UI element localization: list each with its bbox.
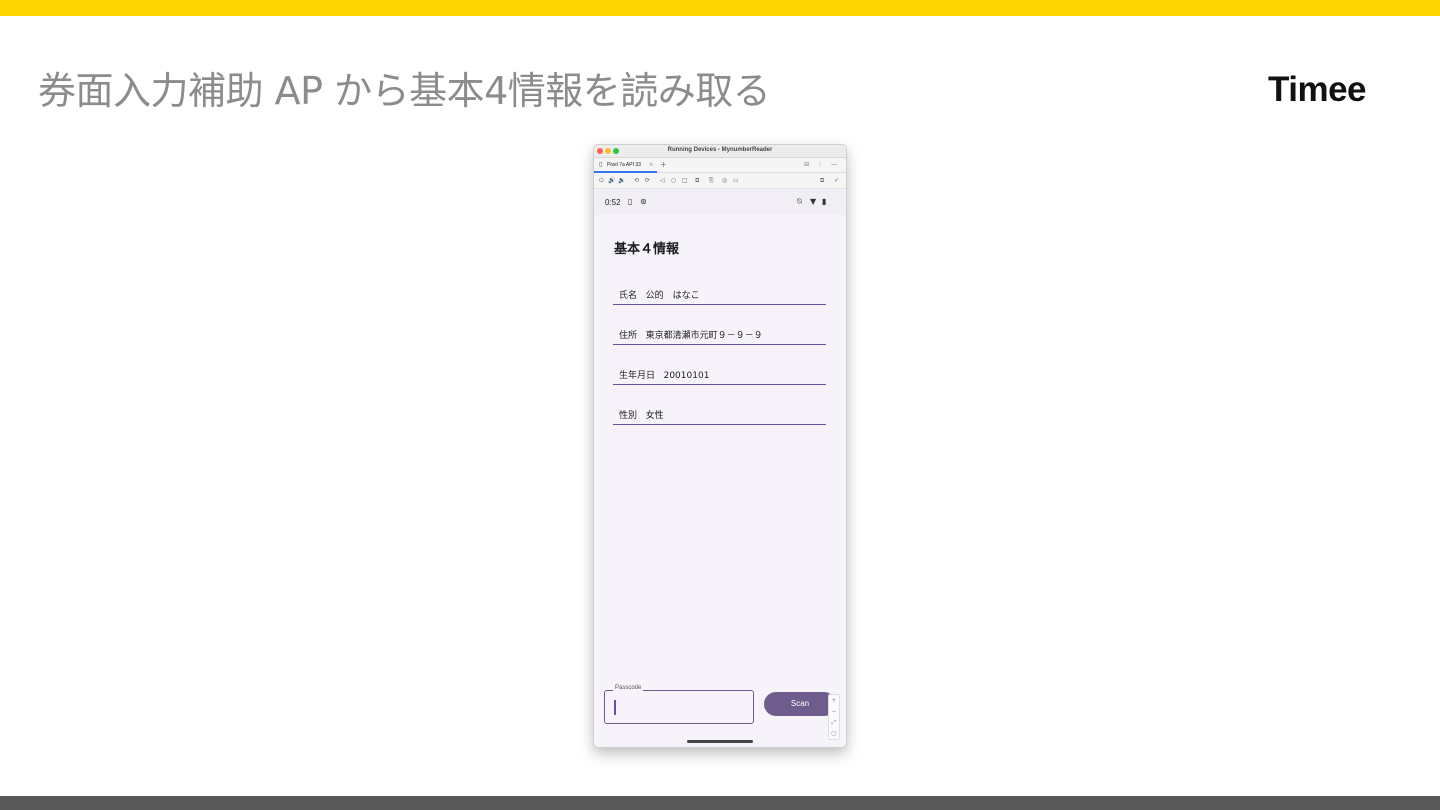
snapshot-icon[interactable]: ⧉ — [695, 177, 699, 185]
window-titlebar: Running Devices - MynumberReader — [594, 145, 846, 158]
camera-icon[interactable]: ◎ — [722, 177, 727, 184]
zoom-controls: + − ⤢ ▢ — [828, 694, 840, 740]
bottom-bar — [0, 796, 1440, 810]
debug-icon: ⊛ — [640, 197, 647, 206]
scan-button[interactable]: Scan — [764, 692, 836, 716]
zoom-in-icon[interactable]: + — [829, 695, 839, 706]
tab-close-icon[interactable]: × — [649, 162, 653, 168]
record-icon[interactable]: ▭ — [733, 177, 739, 184]
timee-logo: Timee — [1268, 70, 1367, 109]
add-tab-icon[interactable]: + — [660, 160, 667, 169]
overview-icon[interactable]: □ — [682, 177, 688, 184]
running-devices-window: Running Devices - MynumberReader ▯ Pixel… — [593, 144, 847, 748]
window-mode-icon[interactable]: ⧉ — [820, 177, 824, 185]
volume-up-icon[interactable]: 🔊 — [608, 177, 615, 184]
status-time: 0:52 — [605, 198, 621, 207]
wifi-icon: ▼ — [810, 197, 817, 206]
zoom-out-icon[interactable]: − — [829, 706, 839, 717]
back-icon[interactable]: ◁ — [660, 177, 665, 184]
address-value: 東京都清瀬市元町９－９－９ — [645, 331, 763, 341]
screen-title: 基本４情報 — [614, 242, 680, 257]
address-field[interactable]: 住所 東京都清瀬市元町９－９－９ — [613, 323, 826, 345]
gender-label: 性別 — [619, 411, 638, 421]
battery-icon: ▮ — [822, 197, 827, 206]
frame-icon[interactable]: ▢ — [829, 728, 839, 739]
fit-screen-icon[interactable]: ⤢ — [829, 717, 839, 728]
name-field[interactable]: 氏名 公的 はなこ — [613, 283, 826, 305]
phone-icon: ▯ — [599, 161, 603, 168]
name-label: 氏名 — [619, 291, 638, 301]
birthdate-field[interactable]: 生年月日 20010101 — [613, 363, 826, 385]
passcode-label: Passcode — [613, 685, 644, 691]
passcode-input[interactable]: Passcode — [604, 685, 754, 724]
home-indicator[interactable] — [687, 740, 753, 743]
tab-label: Pixel 7a API 33 — [607, 162, 641, 168]
text-cursor — [614, 700, 616, 715]
window-title: Running Devices - MynumberReader — [667, 147, 773, 153]
name-value: 公的 はなこ — [645, 291, 700, 301]
gender-value: 女性 — [645, 411, 664, 421]
screenshot-icon[interactable]: ⎘ — [709, 177, 714, 185]
birthdate-value: 20010101 — [663, 371, 710, 381]
gender-field[interactable]: 性別 女性 — [613, 403, 826, 425]
top-accent-bar — [0, 0, 1440, 16]
slide-title: 券面入力補助 AP から基本4情報を読み取る — [38, 69, 771, 113]
power-icon[interactable]: ⏻ — [599, 177, 604, 185]
device-tabbar: ▯ Pixel 7a API 33 × + ⊟ ⋮ — — [594, 158, 846, 173]
check-icon[interactable]: ✓ — [834, 177, 839, 184]
emulator-toolbar: ⏻ 🔊 🔉 ⟲ ⟳ ◁ ○ □ ⧉ ⎘ ◎ ▭ ⧉ ✓ — [594, 173, 846, 189]
android-status-bar: 0:52 ▯ ⊛ ⍉ ▼ ▮ — [594, 189, 846, 215]
rotate-left-icon[interactable]: ⟲ — [634, 177, 639, 184]
notifications-off-icon: ⍉ — [797, 197, 802, 206]
window-options-icon[interactable]: ⊟ ⋮ — — [804, 161, 840, 168]
rotate-right-icon[interactable]: ⟳ — [645, 177, 650, 184]
volume-down-icon[interactable]: 🔉 — [618, 177, 625, 184]
birthdate-label: 生年月日 — [619, 371, 656, 381]
home-icon[interactable]: ○ — [671, 177, 676, 184]
sim-icon: ▯ — [628, 197, 633, 206]
address-label: 住所 — [619, 331, 638, 341]
tab-pixel-7a[interactable]: ▯ Pixel 7a API 33 × — [594, 158, 657, 173]
